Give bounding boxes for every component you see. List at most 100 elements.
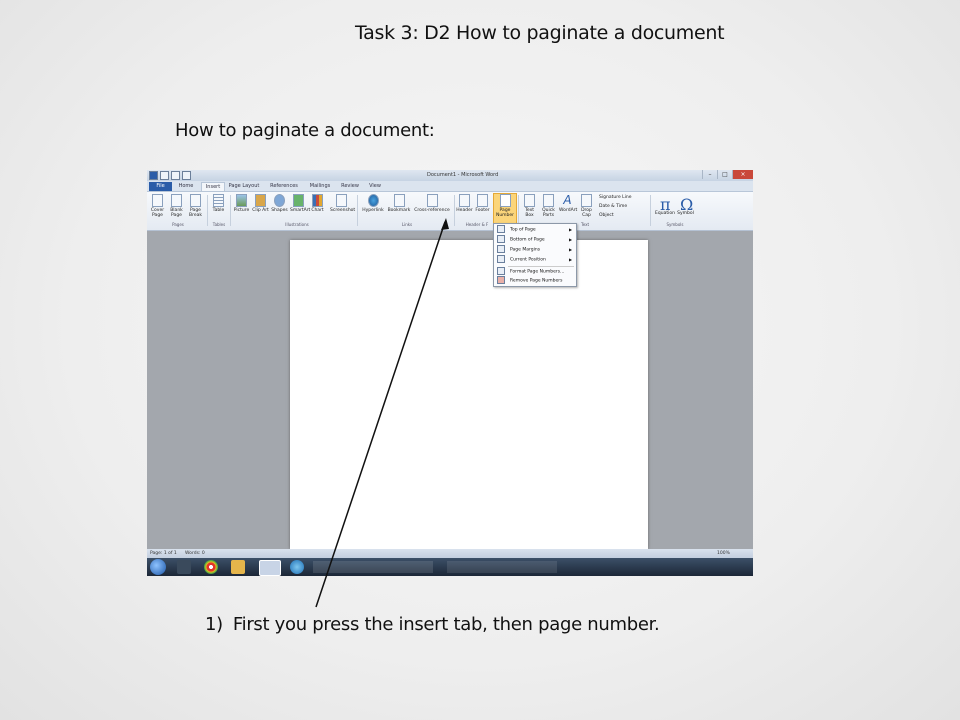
minimize-icon[interactable]: – <box>702 170 717 179</box>
page-break-icon <box>190 194 201 207</box>
menu-item-current-position[interactable]: Current Position ▶ <box>497 255 572 264</box>
remove-page-numbers-icon <box>497 276 505 284</box>
drop-cap-button[interactable]: Drop Cap <box>578 194 595 218</box>
quick-parts-button[interactable]: Quick Parts <box>540 194 557 218</box>
cross-reference-button[interactable]: Cross-reference <box>413 194 451 213</box>
chart-button[interactable]: Chart <box>309 194 326 213</box>
internet-explorer-icon[interactable] <box>290 560 304 574</box>
page-number-menu: Top of Page ▶ Bottom of Page ▶ Page Margin… <box>493 223 577 287</box>
group-header-footer: Header & F <box>465 222 489 227</box>
footer-button[interactable]: Footer <box>474 194 491 213</box>
tab-insert[interactable]: Insert <box>201 182 225 191</box>
word-logo-icon <box>149 171 158 180</box>
maximize-icon[interactable]: □ <box>717 170 732 179</box>
cover-page-button[interactable]: Cover Page <box>149 194 166 218</box>
footer-label: Footer <box>475 208 490 213</box>
header-button[interactable]: Header <box>456 194 473 213</box>
table-label: Table <box>212 208 225 213</box>
slide-subtitle: How to paginate a document: <box>175 120 435 141</box>
bookmark-button[interactable]: Bookmark <box>387 194 411 213</box>
word-count-status[interactable]: Words: 0 <box>185 549 205 558</box>
zoom-level[interactable]: 100% <box>717 549 730 558</box>
save-icon[interactable] <box>160 171 169 180</box>
tab-mailings[interactable]: Mailings <box>306 182 334 191</box>
window-controls: – □ × <box>702 170 753 179</box>
close-icon[interactable]: × <box>732 170 753 179</box>
media-player-icon[interactable] <box>177 560 191 574</box>
wordart-button[interactable]: A WordArt <box>559 194 578 214</box>
hyperlink-button[interactable]: Hyperlink <box>361 194 385 213</box>
document-page[interactable] <box>290 240 648 549</box>
undo-icon[interactable] <box>171 171 180 180</box>
text-box-label: Text Box <box>524 208 535 218</box>
quick-access-toolbar <box>149 171 191 180</box>
page-break-button[interactable]: Page Break <box>187 194 204 218</box>
menu-item-label: Page Margins <box>510 247 541 253</box>
current-position-icon <box>497 255 505 263</box>
page-number-label: Page Number <box>495 208 515 218</box>
shapes-label: Shapes <box>271 208 288 213</box>
menu-item-format-page-numbers[interactable]: Format Page Numbers... <box>497 267 564 276</box>
group-illustrations: Illustrations <box>285 222 309 227</box>
page-count-status[interactable]: Page: 1 of 1 <box>150 549 177 558</box>
word-screenshot: Document1 - Microsoft Word – □ × File Ho… <box>147 170 753 576</box>
clip-art-icon <box>255 194 266 207</box>
wordart-label: WordArt <box>559 208 578 213</box>
page-margins-icon <box>497 245 505 253</box>
format-page-numbers-icon <box>497 267 505 275</box>
shapes-button[interactable]: Shapes <box>271 194 288 213</box>
cross-reference-label: Cross-reference <box>414 208 450 213</box>
menu-item-label: Top of Page <box>510 227 536 233</box>
signature-line-button[interactable]: Signature Line <box>599 195 632 200</box>
screenshot-button[interactable]: Screenshot <box>330 194 356 213</box>
tab-references[interactable]: References <box>267 182 301 191</box>
menu-item-label: Format Page Numbers... <box>510 269 565 275</box>
smartart-button[interactable]: SmartArt <box>290 194 310 213</box>
menu-item-top-of-page[interactable]: Top of Page ▶ <box>497 225 572 234</box>
header-icon <box>459 194 470 207</box>
redo-icon[interactable] <box>182 171 191 180</box>
symbol-button[interactable]: Ω Symbol <box>677 194 694 216</box>
word-taskbar-icon[interactable] <box>259 560 281 576</box>
picture-button[interactable]: Picture <box>233 194 250 213</box>
screenshot-label: Screenshot <box>330 208 356 213</box>
tab-file[interactable]: File <box>149 182 172 191</box>
object-button[interactable]: Object <box>599 213 614 218</box>
ribbon-divider <box>518 195 519 226</box>
shapes-icon <box>274 194 285 207</box>
chart-icon <box>312 194 323 207</box>
menu-item-remove-page-numbers[interactable]: Remove Page Numbers <box>497 276 562 285</box>
tab-view[interactable]: View <box>365 182 385 191</box>
chevron-right-icon: ▶ <box>569 247 573 252</box>
title-bar: Document1 - Microsoft Word – □ × <box>147 170 753 181</box>
hyperlink-label: Hyperlink <box>362 208 384 213</box>
taskbar-window-button[interactable] <box>313 561 433 573</box>
table-button[interactable]: Table <box>210 194 227 213</box>
top-of-page-icon <box>497 225 505 233</box>
step-caption: 1) First you press the insert tab, then p… <box>205 614 660 635</box>
blank-page-icon <box>171 194 182 207</box>
menu-item-bottom-of-page[interactable]: Bottom of Page ▶ <box>497 235 572 244</box>
equation-button[interactable]: π Equation <box>654 194 676 216</box>
start-button-icon[interactable] <box>150 559 166 575</box>
chrome-icon[interactable] <box>204 560 218 574</box>
group-text: Text <box>580 222 590 227</box>
text-box-button[interactable]: Text Box <box>521 194 538 218</box>
clip-art-label: Clip Art <box>252 208 269 213</box>
quick-parts-icon <box>543 194 554 207</box>
ribbon-divider <box>230 195 231 226</box>
blank-page-button[interactable]: Blank Page <box>168 194 185 218</box>
tab-home[interactable]: Home <box>175 182 197 191</box>
menu-item-page-margins[interactable]: Page Margins ▶ <box>497 245 572 254</box>
date-time-button[interactable]: Date & Time <box>599 204 627 209</box>
smartart-icon <box>293 194 304 207</box>
tab-page-layout[interactable]: Page Layout <box>227 182 261 191</box>
taskbar-window-button[interactable] <box>447 561 557 573</box>
clip-art-button[interactable]: Clip Art <box>252 194 269 213</box>
drop-cap-label: Drop Cap <box>581 208 592 218</box>
table-icon <box>213 194 224 207</box>
folder-icon[interactable] <box>231 560 245 574</box>
tab-review[interactable]: Review <box>338 182 362 191</box>
step-number: 1) <box>205 614 223 635</box>
ribbon-tabs: File Home Insert Page Layout References … <box>147 181 753 192</box>
